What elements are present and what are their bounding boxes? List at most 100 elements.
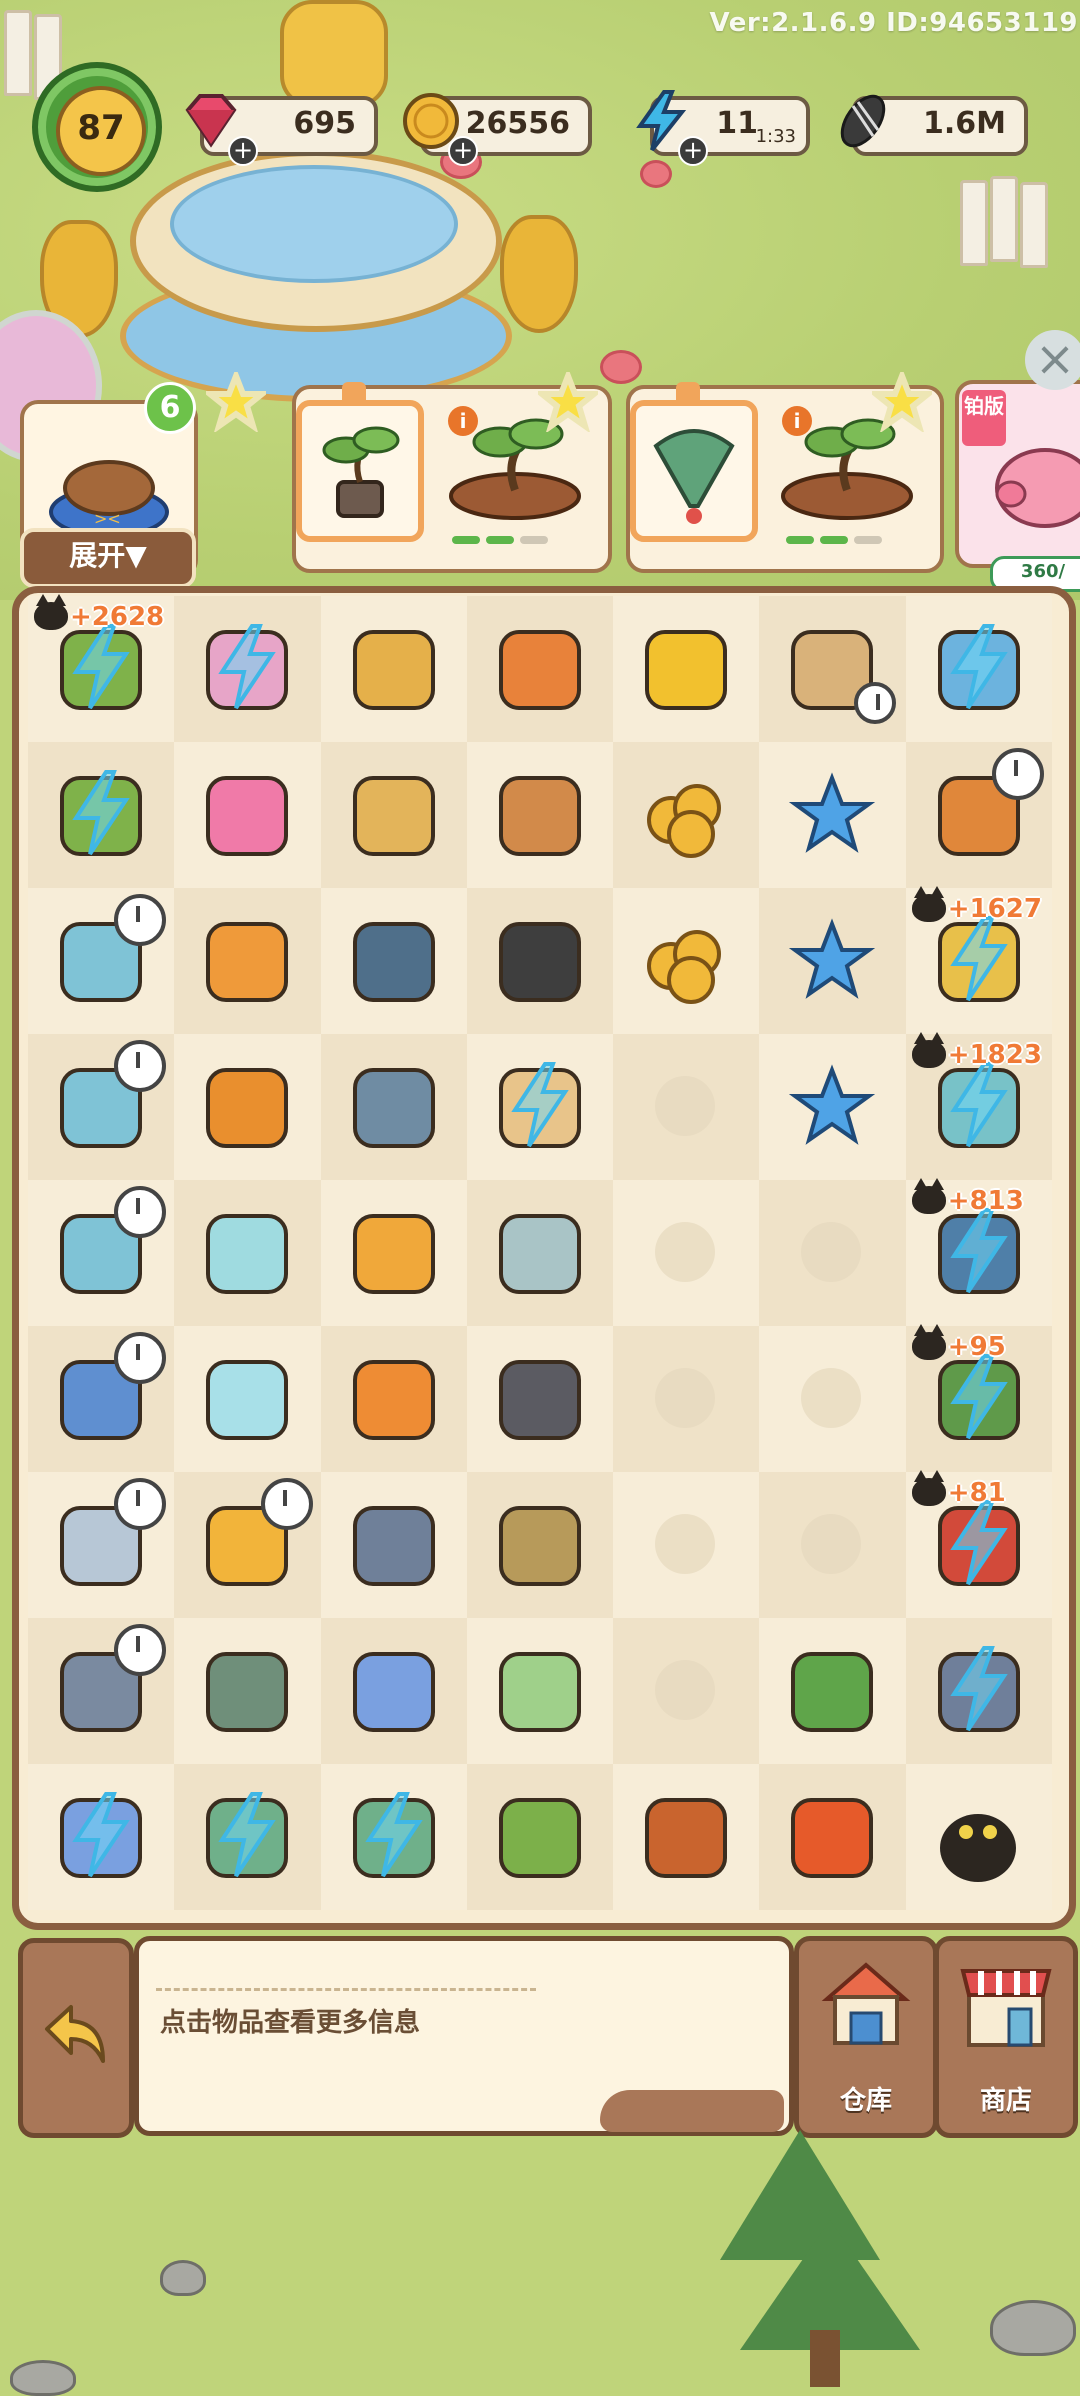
board-cell[interactable] bbox=[320, 888, 467, 1034]
board-cell[interactable] bbox=[466, 1618, 614, 1764]
board-cell[interactable] bbox=[759, 888, 906, 1034]
add-energy-icon[interactable]: + bbox=[678, 136, 708, 166]
board-cell[interactable] bbox=[905, 1764, 1053, 1910]
board-cell[interactable] bbox=[28, 1472, 175, 1618]
board-cell[interactable] bbox=[320, 1180, 467, 1326]
board-cell[interactable] bbox=[174, 1764, 321, 1910]
board-cell[interactable]: +1823 bbox=[905, 1032, 1053, 1180]
board-cell[interactable] bbox=[28, 1034, 175, 1180]
item-info-hint: 点击物品查看更多信息 bbox=[160, 2008, 421, 2038]
energy-bolt-icon bbox=[950, 1354, 1008, 1440]
seed-counter[interactable]: 1.6M bbox=[840, 94, 1028, 156]
energy-bolt-icon bbox=[72, 624, 130, 710]
energy-bolt-icon bbox=[511, 1062, 569, 1148]
level-tool-icon bbox=[645, 1798, 728, 1878]
board-cell[interactable] bbox=[466, 1764, 614, 1910]
board-cell[interactable] bbox=[174, 742, 321, 888]
gem-counter[interactable]: + 695 bbox=[185, 94, 378, 166]
order-progress-segment bbox=[854, 536, 882, 544]
info-icon[interactable]: i bbox=[782, 406, 812, 436]
board-cell[interactable] bbox=[466, 888, 614, 1034]
board-cell[interactable]: +2628 bbox=[28, 594, 175, 742]
warehouse-button[interactable]: 仓库 bbox=[794, 1936, 938, 2138]
player-level-badge[interactable]: 87 bbox=[32, 62, 162, 192]
cat-head-icon bbox=[911, 1032, 946, 1068]
board-cell[interactable] bbox=[466, 742, 614, 888]
board-cell[interactable] bbox=[759, 742, 906, 888]
board-cell[interactable] bbox=[320, 1326, 467, 1472]
board-cell[interactable] bbox=[613, 1764, 760, 1910]
board-cell[interactable] bbox=[174, 1034, 321, 1180]
board-cell[interactable] bbox=[28, 1618, 175, 1764]
board-cell[interactable]: +1627 bbox=[905, 886, 1053, 1034]
board-cell[interactable] bbox=[174, 1326, 321, 1472]
board-cell[interactable] bbox=[28, 888, 175, 1034]
board-cell[interactable] bbox=[466, 1034, 614, 1180]
board-cell[interactable] bbox=[28, 1764, 175, 1910]
board-cell[interactable] bbox=[28, 1180, 175, 1326]
board-cell[interactable] bbox=[466, 1326, 614, 1472]
board-cell[interactable] bbox=[759, 1618, 906, 1764]
board-cell[interactable] bbox=[466, 596, 614, 742]
black-cat-icon bbox=[939, 1814, 1016, 1882]
board-cell[interactable] bbox=[320, 1764, 467, 1910]
board-cell[interactable] bbox=[466, 1472, 614, 1618]
add-gems-icon[interactable]: + bbox=[228, 136, 258, 166]
board-cell[interactable] bbox=[28, 742, 175, 888]
folding-fan-icon bbox=[653, 429, 735, 524]
board-cell[interactable]: +95 bbox=[905, 1324, 1053, 1472]
expand-orders-button[interactable]: 展开▼ bbox=[20, 528, 196, 588]
cat-head-icon bbox=[911, 1470, 946, 1506]
coin-counter[interactable]: + 26556 bbox=[403, 93, 592, 166]
player-level-number: 87 bbox=[77, 108, 125, 148]
board-cell[interactable] bbox=[320, 596, 467, 742]
board-cell[interactable] bbox=[466, 1180, 614, 1326]
paw-print-icon bbox=[801, 1222, 862, 1282]
energy-value: 11 bbox=[716, 106, 758, 141]
bonsai-sprout-icon bbox=[322, 426, 400, 518]
board-cell[interactable] bbox=[905, 596, 1053, 742]
sunflower-seed-icon bbox=[840, 94, 886, 148]
close-icon[interactable]: × bbox=[1025, 330, 1080, 390]
board-cell[interactable]: +81 bbox=[905, 1470, 1053, 1618]
board-cell[interactable] bbox=[320, 1034, 467, 1180]
info-icon[interactable]: i bbox=[448, 406, 478, 436]
paw-print-icon bbox=[801, 1514, 862, 1574]
board-cell[interactable] bbox=[905, 1618, 1053, 1764]
board-cell[interactable]: +813 bbox=[905, 1178, 1053, 1326]
board-cell[interactable] bbox=[320, 1618, 467, 1764]
butterfly-decoration bbox=[640, 160, 672, 188]
board-cell[interactable] bbox=[613, 888, 760, 1034]
board-cell[interactable] bbox=[613, 742, 760, 888]
energy-bolt-icon bbox=[72, 770, 130, 856]
cat-face-icon: 87 bbox=[56, 86, 146, 176]
back-button[interactable] bbox=[18, 1938, 134, 2138]
board-cell[interactable] bbox=[174, 1180, 321, 1326]
flower-pot-icon bbox=[206, 776, 289, 856]
board-cell[interactable] bbox=[759, 596, 906, 742]
board-cell[interactable] bbox=[759, 1764, 906, 1910]
energy-bolt-icon bbox=[950, 1208, 1008, 1294]
pruning-shears-icon bbox=[498, 1798, 581, 1878]
amber-gem-icon bbox=[498, 630, 581, 710]
board-cell[interactable] bbox=[174, 1618, 321, 1764]
board-cell[interactable] bbox=[320, 742, 467, 888]
shop-button[interactable]: 商店 bbox=[934, 1936, 1078, 2138]
board-cell[interactable] bbox=[905, 742, 1053, 888]
iron-ingot-icon bbox=[498, 1360, 581, 1440]
order-required-item[interactable] bbox=[296, 400, 424, 542]
order-required-item[interactable] bbox=[630, 400, 758, 542]
board-cell[interactable] bbox=[320, 1472, 467, 1618]
board-cell bbox=[613, 1326, 760, 1472]
tag-hook bbox=[342, 382, 366, 402]
board-cell[interactable] bbox=[174, 1472, 321, 1618]
energy-bolt-icon bbox=[364, 1792, 423, 1878]
board-cell[interactable] bbox=[613, 596, 760, 742]
amber-drop-icon bbox=[206, 922, 289, 1002]
order-progress-segment bbox=[452, 536, 480, 544]
board-cell[interactable] bbox=[28, 1326, 175, 1472]
board-cell[interactable] bbox=[174, 888, 321, 1034]
board-cell[interactable] bbox=[759, 1034, 906, 1180]
energy-counter[interactable]: + 11 1:33 bbox=[636, 90, 810, 166]
board-cell[interactable] bbox=[174, 596, 321, 742]
